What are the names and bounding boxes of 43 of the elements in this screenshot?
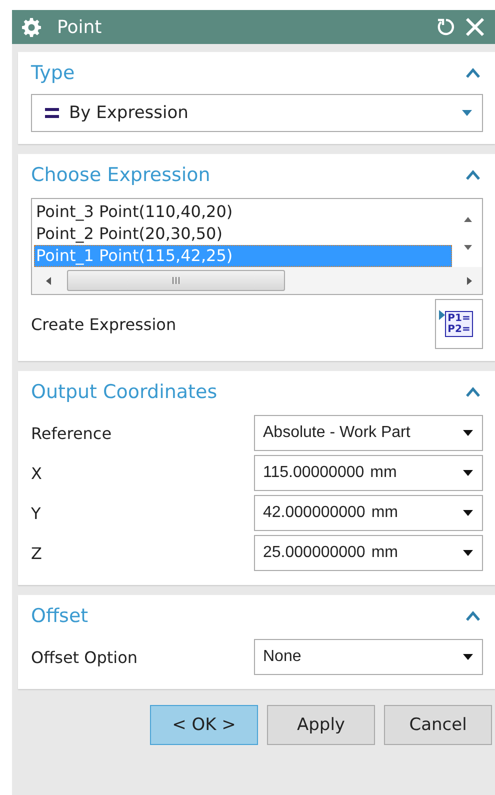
section-title: Type (31, 62, 75, 84)
field-label: Reference (31, 424, 112, 442)
triangle-icon (439, 310, 445, 320)
field-label: Y (31, 504, 41, 522)
equals-icon (45, 108, 59, 118)
caret-icon (462, 110, 472, 116)
scrollbar-thumb[interactable] (67, 270, 285, 291)
section-title: Choose Expression (31, 164, 210, 186)
scroll-right-icon[interactable] (467, 276, 472, 284)
close-icon[interactable] (465, 17, 485, 37)
collapse-icon[interactable] (466, 611, 480, 621)
create-expression-label: Create Expression (31, 314, 176, 334)
dialog-button[interactable]: < OK > (150, 705, 258, 745)
collapse-icon[interactable] (466, 68, 480, 78)
caret-icon (463, 470, 473, 476)
scroll-left-icon[interactable] (46, 276, 51, 284)
settings-icon[interactable] (22, 18, 41, 36)
dialog-button[interactable]: Cancel (384, 705, 492, 745)
field-label: Z (31, 544, 42, 562)
field-label: X (31, 464, 42, 482)
window-title: Point (57, 16, 103, 38)
field-label: Offset Option (31, 648, 138, 666)
dialog-button[interactable]: Apply (267, 705, 375, 745)
reference-dropdown[interactable]: Absolute - Work Part (254, 415, 483, 451)
scroll-down-icon[interactable] (464, 244, 472, 250)
coordinate-field[interactable]: 42.000000000 mm (254, 495, 483, 531)
caret-icon (463, 654, 473, 660)
caret-icon (463, 430, 473, 436)
list-item[interactable]: Point_2 Point(20,30,50) (34, 223, 452, 245)
caret-icon (463, 550, 473, 556)
type-dropdown[interactable]: By Expression (31, 94, 483, 132)
coordinate-field[interactable]: 115.00000000 mm (254, 455, 483, 491)
offset-dropdown[interactable]: None (254, 639, 483, 675)
collapse-icon[interactable] (466, 387, 480, 397)
section-title: Output Coordinates (31, 381, 218, 403)
caret-icon (463, 510, 473, 516)
list-item[interactable]: Point_3 Point(110,40,20) (34, 201, 452, 223)
coordinate-field[interactable]: 25.000000000 mm (254, 535, 483, 571)
section-title: Offset (31, 605, 88, 627)
scroll-up-icon[interactable] (464, 216, 472, 222)
collapse-icon[interactable] (466, 170, 480, 180)
create-expression-button[interactable]: P1= P2= (435, 299, 483, 349)
reset-icon[interactable] (435, 17, 455, 37)
